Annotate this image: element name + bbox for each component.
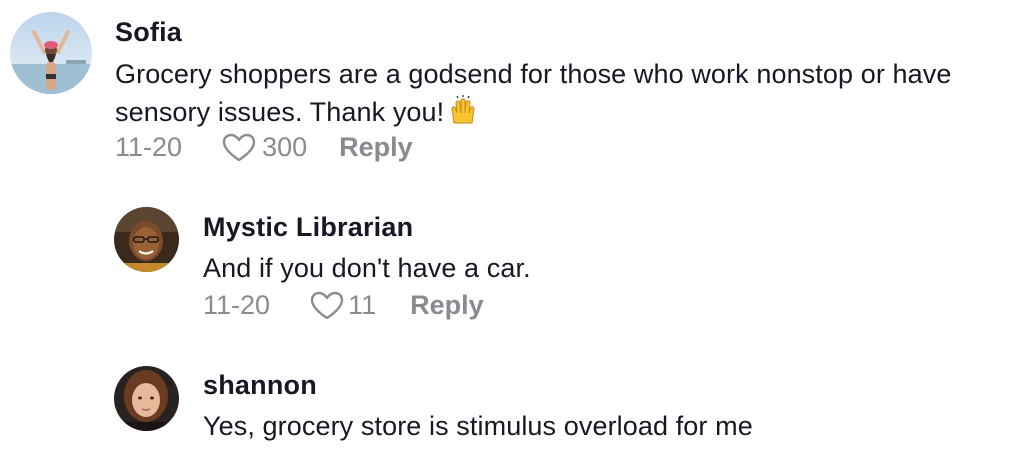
comment-text: Yes, grocery store is stimulus overload … — [203, 411, 753, 441]
avatar-image — [10, 12, 92, 94]
username[interactable]: Sofia — [115, 17, 182, 48]
comment-text: And if you don't have a car. — [203, 253, 531, 283]
heart-icon — [222, 133, 256, 161]
comment-meta: 11-20 11 Reply — [203, 290, 484, 321]
comment-meta: 11-20 300 Reply — [115, 132, 413, 163]
reply-button[interactable]: Reply — [410, 290, 484, 321]
raising-hands-emoji — [451, 95, 475, 124]
comment-date: 11-20 — [115, 132, 183, 162]
avatar[interactable] — [114, 207, 179, 272]
heart-icon — [310, 291, 344, 319]
like-button[interactable]: 11 — [310, 290, 376, 321]
avatar[interactable] — [114, 366, 179, 431]
like-count: 300 — [262, 132, 308, 162]
comment-text-content: Grocery shoppers are a godsend for those… — [115, 59, 952, 127]
reply-button[interactable]: Reply — [339, 132, 413, 163]
username[interactable]: shannon — [203, 370, 317, 401]
comment-date: 11-20 — [203, 290, 271, 320]
like-count: 11 — [348, 290, 377, 320]
like-button[interactable]: 300 — [222, 132, 307, 163]
username[interactable]: Mystic Librarian — [203, 212, 413, 243]
avatar[interactable] — [10, 12, 92, 94]
avatar-image — [114, 207, 179, 272]
avatar-image — [114, 366, 179, 431]
comment-text: Grocery shoppers are a godsend for those… — [115, 55, 1020, 131]
